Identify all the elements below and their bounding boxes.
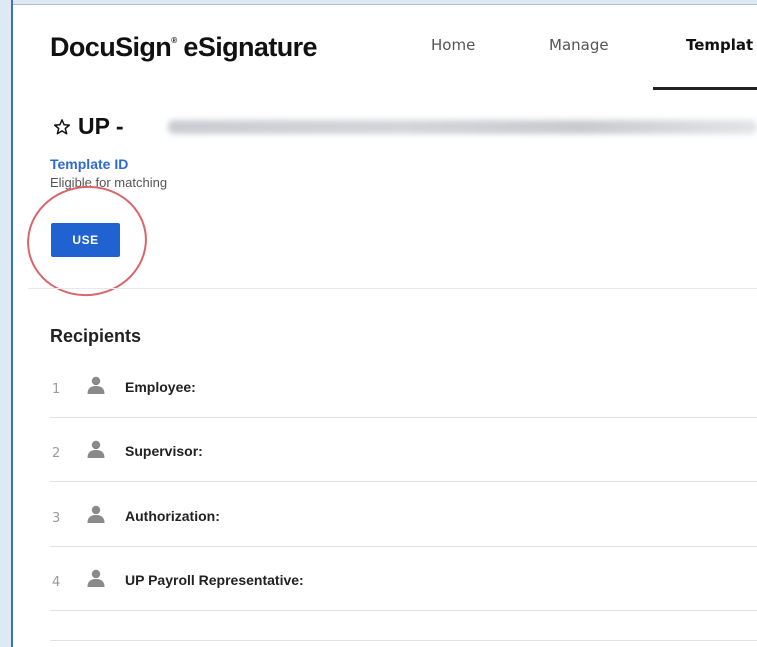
- recipient-row[interactable]: 1 Employee:: [50, 354, 757, 418]
- window-frame-left-border: [11, 0, 13, 647]
- recipient-row[interactable]: 2 Supervisor:: [50, 418, 757, 482]
- template-title: UP -: [78, 113, 124, 139]
- recipient-number: 4: [52, 575, 61, 590]
- section-divider: [28, 288, 757, 289]
- person-icon: [87, 376, 105, 394]
- star-outline-icon[interactable]: [53, 118, 71, 136]
- row-divider: [50, 640, 757, 641]
- recipient-number: 3: [52, 511, 61, 526]
- recipient-label: Employee:: [125, 379, 196, 395]
- logo-trademark: ®: [171, 36, 177, 45]
- person-icon: [87, 505, 105, 523]
- recipient-label: UP Payroll Representative:: [125, 572, 304, 588]
- recipient-number: 1: [52, 382, 61, 397]
- nav-home[interactable]: Home: [431, 36, 475, 54]
- recipients-heading: Recipients: [50, 326, 142, 346]
- window-frame-top-border: [11, 4, 757, 5]
- logo-brand: DocuSign: [50, 32, 172, 62]
- nav-templates[interactable]: Templat: [686, 36, 753, 54]
- template-id-link[interactable]: Template ID: [50, 156, 128, 172]
- nav-manage[interactable]: Manage: [549, 36, 609, 54]
- eligible-for-matching-text: Eligible for matching: [50, 175, 168, 190]
- recipient-row[interactable]: 4 UP Payroll Representative:: [50, 547, 757, 611]
- recipient-label: Supervisor:: [125, 443, 203, 459]
- row-divider: [50, 610, 757, 611]
- docusign-logo[interactable]: DocuSign® eSignature: [50, 32, 318, 63]
- annotation-circle: [19, 178, 155, 304]
- logo-product: eSignature: [176, 32, 317, 62]
- nav-active-indicator: [653, 87, 757, 90]
- person-icon: [87, 569, 105, 587]
- person-icon: [87, 440, 105, 458]
- template-title-redacted: [168, 120, 757, 134]
- recipient-row[interactable]: 3 Authorization:: [50, 482, 757, 547]
- recipient-number: 2: [52, 446, 61, 461]
- recipient-label: Authorization:: [125, 508, 220, 524]
